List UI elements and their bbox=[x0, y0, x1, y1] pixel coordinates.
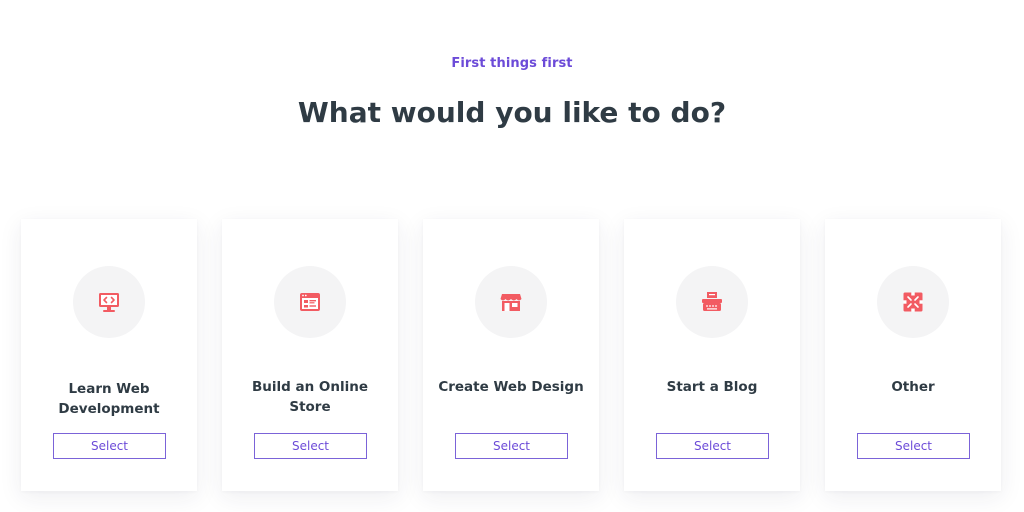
option-card-create-web-design[interactable]: Create Web Design Select bbox=[423, 219, 599, 491]
icon-badge bbox=[877, 266, 949, 338]
select-button[interactable]: Select bbox=[656, 433, 769, 459]
option-label: Learn Web Development bbox=[58, 381, 160, 417]
option-card-build-online-store[interactable]: Build an Online Store Select bbox=[222, 219, 398, 491]
storefront-icon bbox=[500, 294, 522, 311]
option-label: Start a Blog bbox=[666, 379, 758, 395]
option-card-other[interactable]: Other Select bbox=[825, 219, 1001, 491]
store-browser-icon bbox=[300, 293, 320, 311]
option-cards: Learn Web Development Select Build an On… bbox=[21, 219, 1001, 491]
page-title: What would you like to do? bbox=[297, 96, 727, 129]
option-label: Create Web Design bbox=[438, 379, 584, 395]
option-label: Build an Online Store bbox=[251, 379, 369, 415]
icon-badge bbox=[475, 266, 547, 338]
option-card-start-a-blog[interactable]: Start a Blog Select bbox=[624, 219, 800, 491]
select-button[interactable]: Select bbox=[53, 433, 166, 459]
typewriter-icon bbox=[702, 292, 722, 311]
select-button[interactable]: Select bbox=[857, 433, 970, 459]
select-button[interactable]: Select bbox=[455, 433, 568, 459]
icon-badge bbox=[73, 266, 145, 338]
option-label: Other bbox=[891, 379, 935, 395]
code-monitor-icon bbox=[99, 293, 119, 312]
option-card-learn-web-development[interactable]: Learn Web Development Select bbox=[21, 219, 197, 491]
select-button[interactable]: Select bbox=[254, 433, 367, 459]
puzzle-icon bbox=[903, 292, 923, 312]
icon-badge bbox=[274, 266, 346, 338]
icon-badge bbox=[676, 266, 748, 338]
eyebrow-text: First things first bbox=[451, 56, 573, 71]
